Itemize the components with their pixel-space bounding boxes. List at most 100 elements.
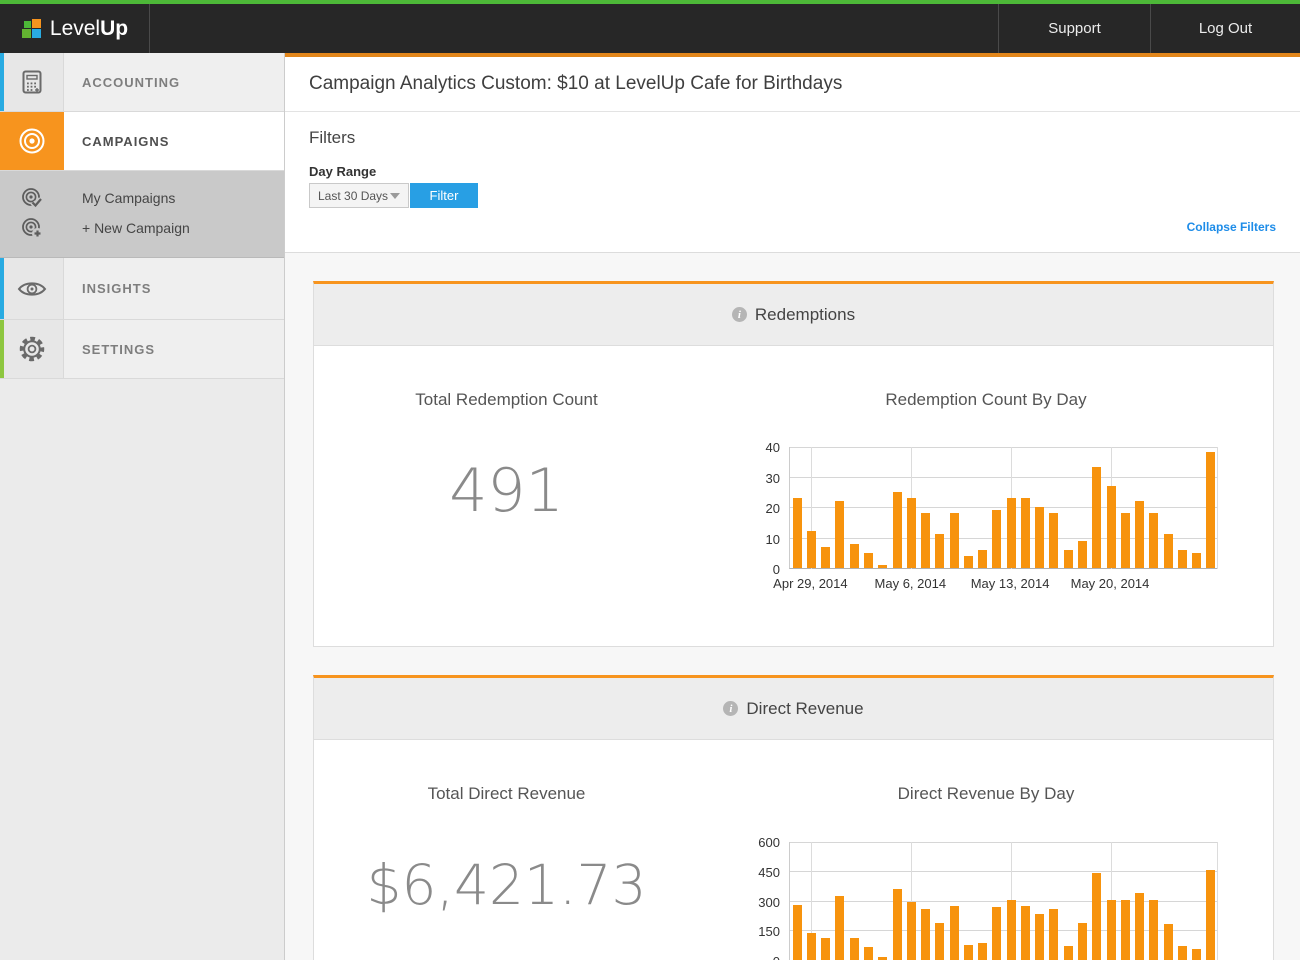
bar xyxy=(1021,906,1030,960)
campaigns-submenu: My Campaigns + New Campaign xyxy=(0,171,284,258)
gear-icon xyxy=(17,334,47,364)
main-content: Campaign Analytics Custom: $10 at LevelU… xyxy=(285,53,1300,960)
sidebar-label-accounting: ACCOUNTING xyxy=(64,53,284,111)
total-redemption-count-value: 491 xyxy=(314,460,699,522)
y-axis-tick-label: 20 xyxy=(755,501,780,516)
bar xyxy=(1064,550,1073,568)
redemptions-panel-header: i Redemptions xyxy=(314,284,1273,346)
info-icon[interactable]: i xyxy=(732,307,747,322)
redemption-count-by-day-chart: 010203040Apr 29, 2014May 6, 2014May 13, … xyxy=(755,447,1217,591)
filters-section: Filters Day Range Last 30 Days Filter Co… xyxy=(285,112,1300,253)
bar xyxy=(1035,507,1044,568)
bar xyxy=(1078,923,1087,960)
bar xyxy=(1178,550,1187,568)
bar xyxy=(1206,870,1215,960)
gridline xyxy=(790,447,1217,448)
bar xyxy=(1149,900,1158,960)
bar xyxy=(1049,513,1058,568)
sidebar-item-accounting[interactable]: ACCOUNTING xyxy=(0,53,284,112)
sidebar-item-campaigns[interactable]: CAMPAIGNS xyxy=(0,112,284,171)
bullseye-icon xyxy=(15,124,49,158)
bar xyxy=(807,933,816,960)
bar xyxy=(1149,513,1158,568)
insights-accent-strip xyxy=(0,258,4,319)
total-redemption-count-label: Total Redemption Count xyxy=(314,390,699,410)
total-direct-revenue-value: $6,421.73 xyxy=(314,856,699,914)
page-title: Campaign Analytics Custom: $10 at LevelU… xyxy=(309,73,1276,95)
gridline xyxy=(790,871,1217,872)
panels-section: i Redemptions Total Redemption Count 491… xyxy=(285,253,1300,960)
campaigns-icon-cell xyxy=(0,112,64,170)
x-axis-tick-label: May 6, 2014 xyxy=(875,576,947,591)
y-axis-tick-label: 450 xyxy=(755,865,780,880)
bar xyxy=(1178,946,1187,960)
bar xyxy=(793,905,802,960)
bar xyxy=(1192,949,1201,960)
revenue-chart-title: Direct Revenue By Day xyxy=(699,784,1273,804)
plot-area xyxy=(789,842,1217,960)
filter-button[interactable]: Filter xyxy=(410,183,478,208)
topbar-spacer xyxy=(150,4,998,53)
x-axis-tick-label: May 13, 2014 xyxy=(971,576,1050,591)
bar xyxy=(950,906,959,960)
bar xyxy=(1135,893,1144,960)
bar xyxy=(1035,914,1044,960)
direct-revenue-panel: i Direct Revenue Total Direct Revenue $6… xyxy=(313,675,1274,960)
target-plus-icon xyxy=(19,215,45,241)
calculator-icon xyxy=(17,67,47,97)
bar xyxy=(1064,946,1073,960)
direct-revenue-panel-header: i Direct Revenue xyxy=(314,678,1273,740)
bar xyxy=(1192,553,1201,568)
bar xyxy=(1021,498,1030,568)
gridline xyxy=(790,842,1217,843)
day-range-select[interactable]: Last 30 Days xyxy=(309,183,409,208)
y-axis-tick-label: 600 xyxy=(755,835,780,850)
target-check-icon xyxy=(19,185,45,211)
redemption-chart-title: Redemption Count By Day xyxy=(699,390,1273,410)
bar xyxy=(864,947,873,960)
x-axis-tick-label: May 20, 2014 xyxy=(1071,576,1150,591)
sidebar-item-my-campaigns[interactable]: My Campaigns xyxy=(0,183,284,213)
bar xyxy=(907,902,916,960)
sidebar-label-settings: SETTINGS xyxy=(64,320,284,378)
new-campaign-label: + New Campaign xyxy=(64,220,190,236)
bar xyxy=(935,534,944,568)
levelup-logo[interactable]: LevelUp xyxy=(0,4,150,53)
page-title-section: Campaign Analytics Custom: $10 at LevelU… xyxy=(285,57,1300,112)
gridline xyxy=(790,477,1217,478)
bar xyxy=(1121,900,1130,960)
redemptions-panel-title: Redemptions xyxy=(755,305,855,325)
y-axis-tick-label: 0 xyxy=(755,954,780,960)
redemptions-panel: i Redemptions Total Redemption Count 491… xyxy=(313,281,1274,647)
sidebar-label-campaigns: CAMPAIGNS xyxy=(64,112,284,170)
bar xyxy=(978,943,987,960)
sidebar-item-new-campaign[interactable]: + New Campaign xyxy=(0,213,284,243)
collapse-filters-link[interactable]: Collapse Filters xyxy=(1187,220,1276,234)
y-axis-tick-label: 10 xyxy=(755,532,780,547)
eye-icon xyxy=(16,277,48,301)
info-icon[interactable]: i xyxy=(723,701,738,716)
bar xyxy=(850,544,859,568)
bar xyxy=(893,889,902,960)
insights-icon-cell xyxy=(0,258,64,319)
bar xyxy=(964,945,973,960)
day-range-value: Last 30 Days xyxy=(318,189,388,203)
my-campaigns-label: My Campaigns xyxy=(64,190,175,206)
bar xyxy=(1164,534,1173,568)
bar xyxy=(1049,909,1058,960)
bar xyxy=(821,938,830,960)
sidebar-item-insights[interactable]: INSIGHTS xyxy=(0,258,284,320)
bar xyxy=(878,565,887,568)
y-axis-tick-label: 150 xyxy=(755,924,780,939)
logout-button[interactable]: Log Out xyxy=(1150,4,1300,53)
total-direct-revenue-label: Total Direct Revenue xyxy=(314,784,699,804)
y-axis-tick-label: 30 xyxy=(755,471,780,486)
bar xyxy=(850,938,859,960)
settings-icon-cell xyxy=(0,320,64,378)
bar xyxy=(1135,501,1144,568)
sidebar-item-settings[interactable]: SETTINGS xyxy=(0,320,284,379)
support-button[interactable]: Support xyxy=(998,4,1150,53)
bar xyxy=(1092,467,1101,568)
bar xyxy=(935,923,944,960)
bar xyxy=(821,547,830,568)
